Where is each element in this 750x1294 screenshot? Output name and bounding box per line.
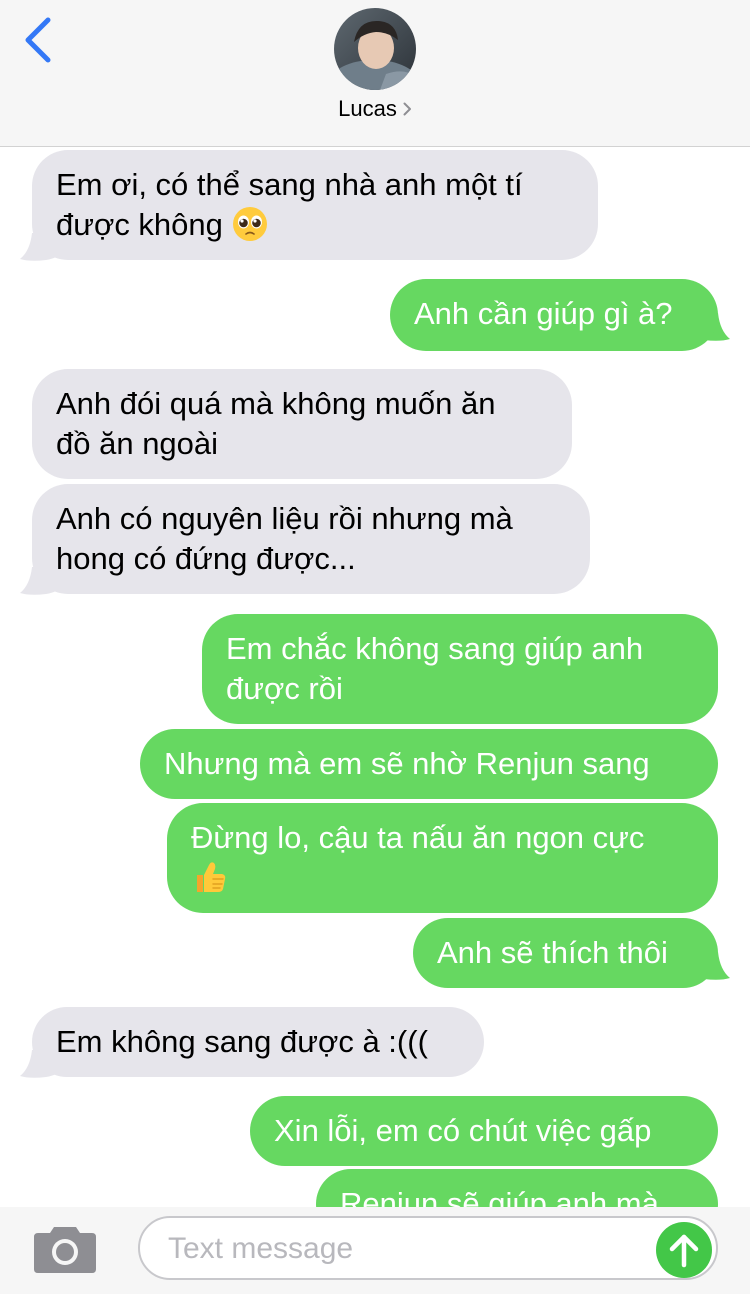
compose-bar — [0, 1207, 750, 1294]
message-line: Anh cần giúp gì à? — [414, 296, 673, 331]
message-line: Anh đói quá mà không muốn ăn — [56, 386, 496, 421]
send-button[interactable] — [656, 1222, 712, 1278]
message-line: Anh có nguyên liệu rồi nhưng mà — [56, 501, 513, 536]
message-bubble-incoming[interactable]: Anh có nguyên liệu rồi nhưng mà hong có … — [32, 484, 590, 594]
message-line: Nhưng mà em sẽ nhờ Renjun sang — [164, 746, 650, 781]
message-bubble-outgoing[interactable]: Anh sẽ thích thôi — [413, 918, 718, 988]
message-bubble-outgoing[interactable]: Đừng lo, cậu ta nấu ăn ngon cực — [167, 803, 718, 913]
message-bubble-incoming[interactable]: Em không sang được à :((( — [32, 1007, 484, 1077]
message-input-field[interactable] — [138, 1216, 718, 1280]
contact-name-button[interactable]: Lucas — [0, 96, 750, 122]
conversation-header: Lucas — [0, 0, 750, 147]
camera-button[interactable] — [32, 1223, 98, 1275]
message-bubble-outgoing[interactable]: Nhưng mà em sẽ nhờ Renjun sang — [140, 729, 718, 799]
message-line: Anh sẽ thích thôi — [437, 935, 668, 970]
message-line: Em ơi, có thể sang nhà anh một tí — [56, 167, 523, 202]
arrow-up-icon — [669, 1234, 699, 1268]
message-bubble-outgoing[interactable]: Em chắc không sang giúp anh được rồi — [202, 614, 718, 724]
camera-icon — [34, 1227, 96, 1273]
message-line: hong có đứng được... — [56, 541, 356, 576]
message-bubble-outgoing[interactable]: Anh cần giúp gì à? — [390, 279, 718, 351]
contact-name: Lucas — [338, 96, 397, 121]
message-bubble-outgoing[interactable]: Renjun sẽ giúp anh mà — [316, 1169, 718, 1207]
pleading-face-emoji — [232, 207, 267, 241]
back-button[interactable] — [18, 14, 62, 68]
message-line: được rồi — [226, 671, 343, 706]
chevron-left-icon — [25, 17, 51, 63]
message-bubble-incoming[interactable]: Anh đói quá mà không muốn ăn đồ ăn ngoài — [32, 369, 572, 479]
message-line-with-emoji — [191, 858, 694, 898]
message-line: đồ ăn ngoài — [56, 426, 219, 461]
message-line: Đừng lo, cậu ta nấu ăn ngon cực — [191, 820, 645, 855]
message-line: Renjun sẽ giúp anh mà — [340, 1186, 659, 1207]
thumbs-up-emoji — [197, 862, 226, 892]
message-thread[interactable]: Em ơi, có thể sang nhà anh một tí được k… — [0, 147, 750, 1207]
message-line: Em không sang được à :((( — [56, 1024, 428, 1059]
message-line: Em chắc không sang giúp anh — [226, 631, 644, 666]
message-line: được không — [56, 207, 223, 242]
message-bubble-incoming[interactable]: Em ơi, có thể sang nhà anh một tí được k… — [32, 150, 598, 260]
message-bubble-outgoing[interactable]: Xin lỗi, em có chút việc gấp — [250, 1096, 718, 1166]
chevron-right-icon — [403, 102, 411, 116]
contact-avatar[interactable] — [334, 8, 416, 90]
message-line: Xin lỗi, em có chút việc gấp — [274, 1113, 652, 1148]
message-input[interactable] — [166, 1226, 640, 1272]
message-line-with-emoji: được không — [56, 205, 574, 245]
